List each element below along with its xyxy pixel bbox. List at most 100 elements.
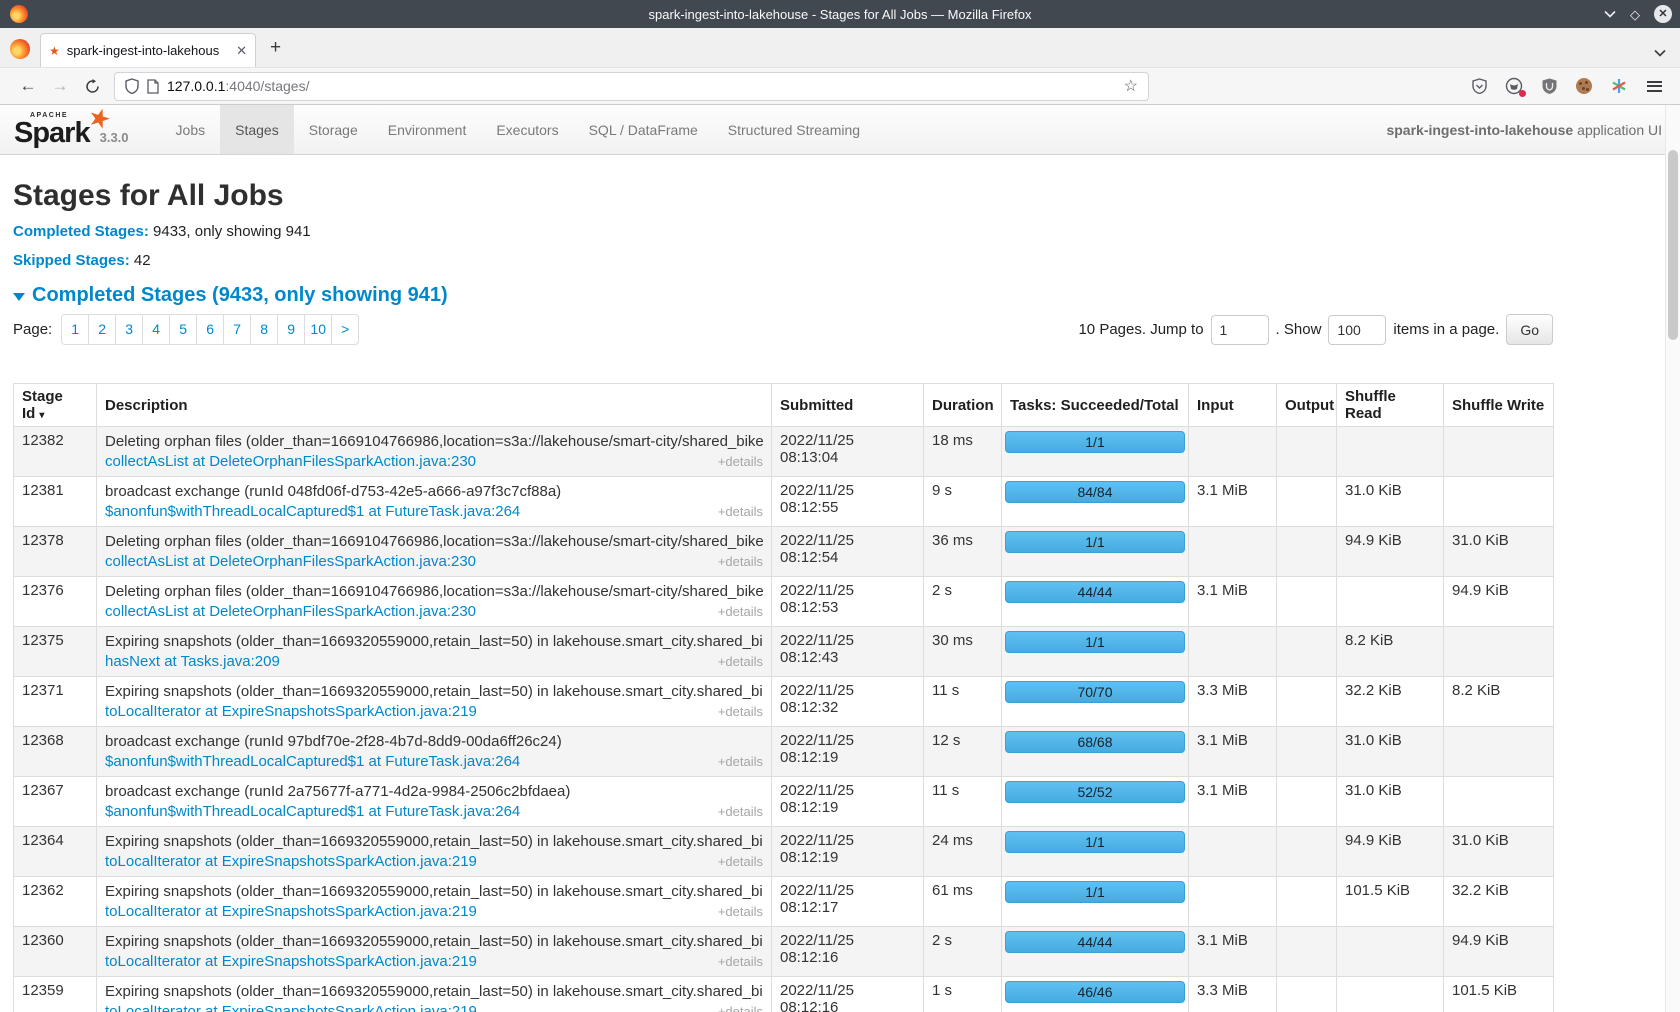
cell-shuffle-read [1337, 927, 1444, 977]
cell-shuffle-read: 31.0 KiB [1337, 727, 1444, 777]
bookmark-star-icon[interactable]: ☆ [1124, 76, 1138, 96]
completed-stages-label[interactable]: Completed Stages: [13, 223, 149, 240]
ublock-shield-icon[interactable] [1539, 76, 1559, 96]
col-header-submitted[interactable]: Submitted [772, 384, 924, 427]
details-toggle[interactable]: +details [718, 902, 763, 922]
page-label: Page: [13, 321, 52, 338]
tab-close-icon[interactable]: ✕ [236, 43, 247, 59]
page-button-9[interactable]: 9 [277, 314, 305, 345]
stage-callsite-link[interactable]: $anonfun$withThreadLocalCaptured$1 at Fu… [105, 502, 520, 522]
col-header-output[interactable]: Output [1277, 384, 1337, 427]
cell-duration: 11 s [924, 777, 1002, 827]
menu-hamburger-icon[interactable] [1644, 76, 1664, 96]
stage-callsite-link[interactable]: collectAsList at DeleteOrphanFilesSparkA… [105, 552, 476, 572]
page-button-2[interactable]: 2 [88, 314, 116, 345]
scrollbar-thumb[interactable] [1668, 150, 1678, 340]
details-toggle[interactable]: +details [718, 552, 763, 572]
nav-item-sql-dataframe[interactable]: SQL / DataFrame [574, 105, 713, 154]
page-button-5[interactable]: 5 [169, 314, 197, 345]
stage-callsite-link[interactable]: toLocalIterator at ExpireSnapshotsSparkA… [105, 852, 477, 872]
show-label: . Show [1276, 321, 1322, 338]
stage-callsite-link[interactable]: collectAsList at DeleteOrphanFilesSparkA… [105, 602, 476, 622]
url-text[interactable]: 127.0.0.1:4040/stages/ [167, 78, 1116, 94]
cell-input [1189, 827, 1277, 877]
nav-item-jobs[interactable]: Jobs [161, 105, 221, 154]
skipped-stages-label[interactable]: Skipped Stages: [13, 252, 130, 269]
page-info-icon[interactable] [147, 79, 159, 94]
page-button-10[interactable]: 10 [304, 314, 332, 345]
details-toggle[interactable]: +details [718, 452, 763, 472]
spark-favicon: ★ [49, 45, 60, 57]
cell-submitted: 2022/11/25 08:13:04 [772, 427, 924, 477]
details-toggle[interactable]: +details [718, 802, 763, 822]
window-maximize-icon[interactable]: ◇ [1630, 8, 1640, 21]
next-page-button[interactable]: > [331, 314, 359, 345]
items-per-page-input[interactable] [1328, 315, 1386, 345]
extension-asterisk-icon[interactable] [1609, 76, 1629, 96]
details-toggle[interactable]: +details [718, 1002, 763, 1012]
col-header-description[interactable]: Description [97, 384, 772, 427]
col-header-stage-id[interactable]: Stage Id▾ [14, 384, 97, 427]
col-header-duration[interactable]: Duration [924, 384, 1002, 427]
details-toggle[interactable]: +details [718, 602, 763, 622]
table-row: 12367broadcast exchange (runId 2a75677f-… [14, 777, 1554, 827]
details-toggle[interactable]: +details [718, 852, 763, 872]
spark-logo[interactable]: APACHE Spark ★ 3.3.0 [0, 105, 147, 154]
url-bar[interactable]: 127.0.0.1:4040/stages/ ☆ [114, 72, 1149, 101]
nav-item-executors[interactable]: Executors [481, 105, 573, 154]
nav-item-structured-streaming[interactable]: Structured Streaming [713, 105, 875, 154]
col-header-input[interactable]: Input [1189, 384, 1277, 427]
list-tabs-chevron-icon[interactable] [1654, 49, 1666, 57]
proxy-mask-icon[interactable] [1504, 76, 1524, 96]
page-button-4[interactable]: 4 [142, 314, 170, 345]
stage-callsite-link[interactable]: $anonfun$withThreadLocalCaptured$1 at Fu… [105, 752, 520, 772]
cookie-icon[interactable] [1574, 76, 1594, 96]
stage-callsite-link[interactable]: toLocalIterator at ExpireSnapshotsSparkA… [105, 1002, 477, 1012]
pocket-shield-icon[interactable] [1469, 76, 1489, 96]
page-scrollbar[interactable] [1665, 105, 1680, 1012]
browser-tab-active[interactable]: ★ spark-ingest-into-lakehous ✕ [40, 33, 256, 67]
reload-button[interactable] [76, 79, 108, 94]
details-toggle[interactable]: +details [718, 752, 763, 772]
cell-stage-id: 12378 [14, 527, 97, 577]
page-button-3[interactable]: 3 [115, 314, 143, 345]
nav-item-stages[interactable]: Stages [220, 105, 294, 154]
stage-description-text: Expiring snapshots (older_than=166932055… [105, 982, 763, 1002]
back-button[interactable]: ← [12, 76, 44, 96]
window-minimize-icon[interactable] [1604, 10, 1616, 18]
details-toggle[interactable]: +details [718, 502, 763, 522]
table-row: 12378Deleting orphan files (older_than=1… [14, 527, 1554, 577]
nav-item-storage[interactable]: Storage [294, 105, 373, 154]
go-button[interactable]: Go [1506, 314, 1553, 345]
window-close-icon[interactable]: ✕ [1654, 5, 1672, 23]
page-button-6[interactable]: 6 [196, 314, 224, 345]
stage-callsite-link[interactable]: toLocalIterator at ExpireSnapshotsSparkA… [105, 902, 477, 922]
page-button-1[interactable]: 1 [61, 314, 89, 345]
nav-item-environment[interactable]: Environment [373, 105, 482, 154]
table-row: 12371Expiring snapshots (older_than=1669… [14, 677, 1554, 727]
col-header-shuffle-write[interactable]: Shuffle Write [1444, 384, 1554, 427]
shield-permissions-icon[interactable] [125, 78, 139, 94]
stage-callsite-link[interactable]: $anonfun$withThreadLocalCaptured$1 at Fu… [105, 802, 520, 822]
cell-shuffle-read: 8.2 KiB [1337, 627, 1444, 677]
details-toggle[interactable]: +details [718, 652, 763, 672]
stage-callsite-link[interactable]: hasNext at Tasks.java:209 [105, 652, 280, 672]
new-tab-button[interactable]: + [270, 37, 281, 59]
stage-callsite-link[interactable]: toLocalIterator at ExpireSnapshotsSparkA… [105, 952, 477, 972]
page-button-8[interactable]: 8 [250, 314, 278, 345]
cell-input: 3.3 MiB [1189, 677, 1277, 727]
cell-output [1277, 877, 1337, 927]
col-header-shuffle-read[interactable]: Shuffle Read [1337, 384, 1444, 427]
stage-callsite-link[interactable]: toLocalIterator at ExpireSnapshotsSparkA… [105, 702, 477, 722]
completed-stages-section-header[interactable]: Completed Stages (9433, only showing 941… [13, 284, 1566, 307]
stage-callsite-link[interactable]: collectAsList at DeleteOrphanFilesSparkA… [105, 452, 476, 472]
cell-submitted: 2022/11/25 08:12:19 [772, 777, 924, 827]
details-toggle[interactable]: +details [718, 702, 763, 722]
details-toggle[interactable]: +details [718, 952, 763, 972]
stage-description-text: broadcast exchange (runId 97bdf70e-2f28-… [105, 732, 763, 752]
cell-input [1189, 877, 1277, 927]
col-header-tasks-succeeded-total[interactable]: Tasks: Succeeded/Total [1002, 384, 1189, 427]
cell-shuffle-write: 94.9 KiB [1444, 927, 1554, 977]
jump-to-page-input[interactable] [1211, 315, 1269, 345]
page-button-7[interactable]: 7 [223, 314, 251, 345]
